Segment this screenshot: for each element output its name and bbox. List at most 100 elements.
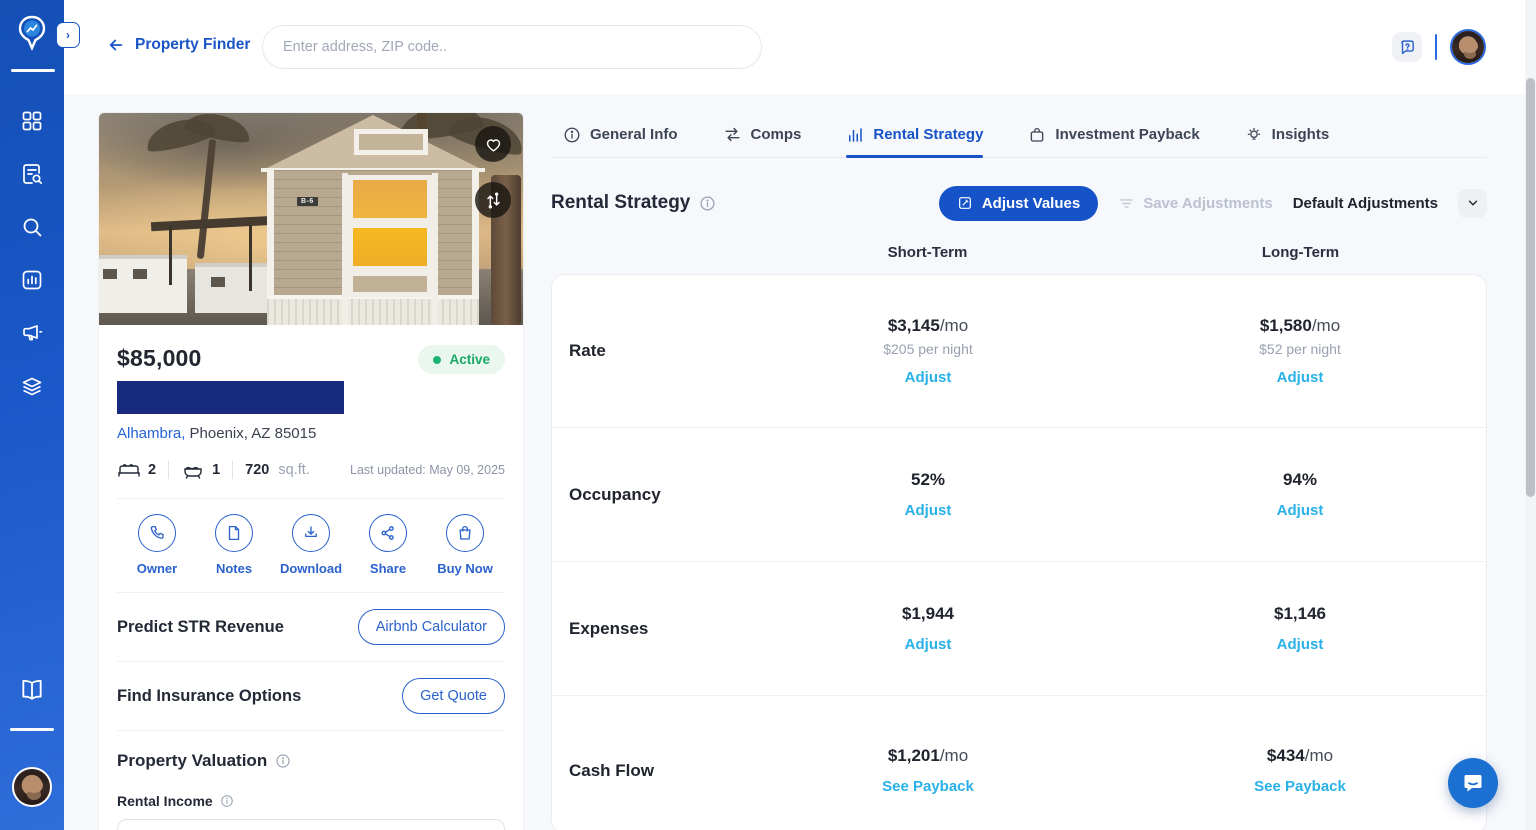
rental-income-input[interactable] (117, 819, 505, 830)
property-finder-back[interactable]: Property Finder (107, 36, 250, 54)
neighborhood-link[interactable]: Alhambra, (117, 425, 185, 442)
question-bubble-icon (1399, 39, 1416, 56)
help-chat-button[interactable] (1392, 32, 1422, 62)
search-icon[interactable] (19, 214, 45, 240)
tab-general-info[interactable]: General Info (563, 112, 678, 157)
redacted-address-bar (117, 381, 344, 414)
app-logo-icon[interactable] (14, 14, 50, 54)
scrollbar-track[interactable] (1525, 0, 1536, 830)
fact-separator (232, 461, 233, 479)
occupancy-long-term-cell: 94% Adjust (1114, 470, 1486, 520)
expenses-lt-value: $1,146 (1114, 604, 1486, 624)
bed-icon (117, 460, 141, 480)
insurance-section: Find Insurance Options Get Quote (117, 661, 505, 730)
scrollbar-thumb[interactable] (1526, 78, 1535, 497)
cash-flow-short-term-cell: $1,201/mo See Payback (742, 746, 1114, 796)
report-search-icon[interactable] (19, 161, 45, 187)
header-divider (1435, 34, 1437, 60)
bag-icon (1028, 126, 1046, 144)
adjust-link[interactable]: Adjust (1277, 369, 1324, 386)
property-valuation-section: Property Valuation Rental Income (117, 730, 505, 830)
long-term-column-header: Long-Term (1114, 244, 1487, 261)
chat-launcher-button[interactable] (1448, 758, 1498, 808)
save-adjustments-button[interactable]: Save Adjustments (1118, 195, 1273, 212)
layers-icon[interactable] (19, 373, 45, 399)
adjust-link[interactable]: Adjust (905, 636, 952, 653)
favorite-button[interactable] (475, 126, 511, 162)
adjust-link[interactable]: Adjust (1277, 636, 1324, 653)
user-avatar[interactable] (1450, 29, 1486, 65)
adjust-values-button[interactable]: Adjust Values (939, 186, 1098, 221)
tab-investment-payback[interactable]: Investment Payback (1028, 112, 1199, 157)
book-icon[interactable] (19, 676, 45, 702)
see-payback-link[interactable]: See Payback (1254, 778, 1346, 795)
megaphone-icon[interactable] (19, 320, 45, 346)
property-photo: B-6 (99, 113, 523, 325)
owner-button[interactable]: Owner (121, 514, 193, 576)
str-revenue-section: Predict STR Revenue Airbnb Calculator (117, 592, 505, 661)
occupancy-lt-value: 94% (1114, 470, 1486, 490)
baths-fact: 1 (181, 460, 220, 480)
tab-comps[interactable]: Comps (723, 112, 802, 157)
info-icon[interactable] (220, 794, 234, 808)
default-adjustments-label: Default Adjustments (1293, 195, 1438, 212)
occupancy-short-term-cell: 52% Adjust (742, 470, 1114, 520)
expenses-short-term-cell: $1,944 Adjust (742, 604, 1114, 654)
occupancy-st-value: 52% (742, 470, 1114, 490)
sidebar-divider (11, 69, 55, 72)
bath-icon (181, 460, 205, 480)
property-price: $85,000 (117, 345, 202, 372)
property-card: B-6 $85,000 Active Alhambra, Phoenix, AZ… (98, 112, 524, 830)
rate-lt-value: $1,580/mo (1114, 316, 1486, 336)
expenses-long-term-cell: $1,146 Adjust (1114, 604, 1486, 654)
see-payback-link[interactable]: See Payback (882, 778, 974, 795)
tab-rental-strategy[interactable]: Rental Strategy (846, 112, 983, 157)
chevron-down-icon (1466, 196, 1480, 210)
cash-flow-lt-value: $434/mo (1114, 746, 1486, 766)
beds-fact: 2 (117, 460, 156, 480)
sidebar-nav (0, 0, 64, 830)
expenses-st-value: $1,944 (742, 604, 1114, 624)
bar-chart-icon (846, 126, 864, 144)
back-arrow-icon (107, 36, 125, 54)
file-icon (225, 524, 243, 542)
sidebar-divider-bottom (10, 728, 54, 731)
download-button[interactable]: Download (275, 514, 347, 576)
compare-button[interactable] (475, 182, 511, 218)
address-search-input[interactable] (262, 25, 762, 69)
rate-st-sub: $205 per night (742, 341, 1114, 357)
adjust-link[interactable]: Adjust (1277, 502, 1324, 519)
valuation-title: Property Valuation (117, 751, 267, 771)
get-quote-button[interactable]: Get Quote (402, 678, 505, 714)
analytics-icon[interactable] (19, 267, 45, 293)
notes-button[interactable]: Notes (198, 514, 270, 576)
heart-icon (484, 135, 503, 154)
rental-income-label: Rental Income (117, 793, 213, 809)
rental-strategy-title: Rental Strategy (551, 192, 690, 214)
info-icon[interactable] (275, 753, 291, 769)
status-badge: Active (418, 345, 505, 374)
swap-arrows-icon (723, 125, 742, 144)
rate-long-term-cell: $1,580/mo $52 per night Adjust (1114, 316, 1486, 387)
rate-st-value: $3,145/mo (742, 316, 1114, 336)
property-tabs: General Info Comps Rental Strategy Inves… (551, 112, 1487, 158)
tab-insights[interactable]: Insights (1245, 112, 1330, 157)
default-adjustments-dropdown[interactable] (1458, 189, 1487, 218)
lightbulb-icon (1245, 126, 1263, 144)
sidebar-expand-button[interactable]: › (56, 22, 80, 48)
buy-now-button[interactable]: Buy Now (429, 514, 501, 576)
back-label: Property Finder (135, 36, 250, 54)
table-row-cash-flow: Cash Flow $1,201/mo See Payback $434/mo … (552, 695, 1486, 830)
adjust-link[interactable]: Adjust (905, 369, 952, 386)
sidebar-user-avatar[interactable] (12, 767, 52, 807)
info-icon[interactable] (699, 195, 716, 212)
dashboard-icon[interactable] (19, 108, 45, 134)
rental-strategy-panel: General Info Comps Rental Strategy Inves… (551, 112, 1487, 830)
adjust-link[interactable]: Adjust (905, 502, 952, 519)
bag-icon (456, 524, 474, 542)
sqft-fact: 720 sq.ft. (245, 462, 310, 478)
fact-separator (168, 461, 169, 479)
share-button[interactable]: Share (352, 514, 424, 576)
property-address: Alhambra, Phoenix, AZ 85015 (117, 425, 505, 442)
airbnb-calculator-button[interactable]: Airbnb Calculator (358, 609, 505, 645)
